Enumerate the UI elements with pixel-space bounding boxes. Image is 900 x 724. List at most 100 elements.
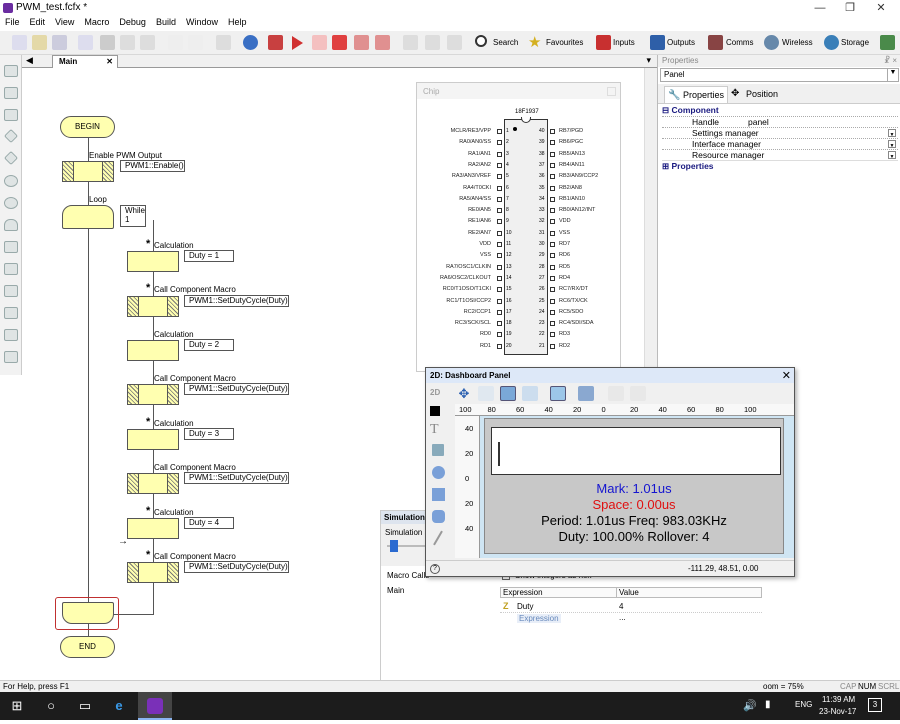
palette-component-macro-icon[interactable] [4, 285, 18, 297]
component-section[interactable]: ⊟ Component [662, 105, 898, 116]
search-icon[interactable]: ○ [34, 692, 68, 720]
cut-icon[interactable] [100, 35, 115, 50]
search-icon[interactable] [475, 35, 487, 47]
comms-icon[interactable] [708, 35, 723, 50]
chip-pin[interactable] [550, 242, 555, 247]
chip-pin[interactable] [550, 275, 555, 281]
speed-slider[interactable] [390, 540, 398, 552]
camera-icon[interactable] [550, 386, 566, 401]
image-tool-icon[interactable] [432, 444, 444, 456]
interface-manager-row[interactable]: Interface manager ▼ [662, 138, 898, 149]
comms-label[interactable]: Comms [726, 38, 754, 47]
chip-pin[interactable] [497, 275, 502, 281]
chip-pin[interactable] [550, 321, 555, 327]
maximize-button[interactable]: ❐ [835, 0, 865, 16]
wireless-label[interactable]: Wireless [782, 38, 813, 47]
chip-pin[interactable] [497, 140, 502, 146]
chip-pin[interactable] [497, 253, 502, 259]
chip-pin[interactable] [550, 343, 555, 349]
step-into-icon[interactable] [354, 35, 369, 50]
palette-calculation-icon[interactable] [4, 241, 18, 253]
tab-properties[interactable]: 🔧 Properties [664, 86, 729, 103]
menu-debug[interactable]: Debug [114, 16, 151, 28]
tab-close-icon[interactable]: ✕ [106, 56, 113, 68]
inputs-icon[interactable] [596, 35, 611, 50]
rotate-icon[interactable] [522, 386, 538, 401]
chip-pin[interactable] [497, 298, 502, 304]
chip-pin[interactable] [550, 309, 555, 315]
wrench-icon[interactable] [608, 386, 624, 401]
loop-end-block[interactable] [62, 602, 114, 624]
step-over-icon[interactable] [375, 35, 390, 50]
chip-pin[interactable] [550, 332, 555, 338]
tab-position[interactable]: ✥ Position [728, 86, 781, 103]
storage-icon[interactable] [824, 35, 839, 50]
chip-pin[interactable] [497, 264, 502, 270]
watch-row-expression[interactable]: Expression ... [500, 613, 762, 625]
setduty-block-1[interactable] [127, 296, 179, 317]
notifications-icon[interactable]: 3 [868, 698, 882, 712]
inputs-label[interactable]: Inputs [613, 38, 635, 47]
undo-icon[interactable] [168, 35, 183, 50]
minimize-button[interactable]: — [805, 0, 835, 16]
chip-pin[interactable] [497, 162, 502, 168]
palette-connection-icon[interactable] [4, 175, 18, 187]
windows-start-icon[interactable]: ⊞ [0, 692, 34, 720]
storage-label[interactable]: Storage [841, 38, 869, 47]
stop-icon[interactable] [332, 35, 347, 50]
prop-handle-row[interactable]: Handle panel [662, 116, 898, 127]
chip-pin[interactable] [497, 185, 502, 191]
volume-icon[interactable]: 🔊 [743, 699, 757, 712]
rounded-rect-tool-icon[interactable] [432, 510, 445, 523]
network-icon[interactable]: ▮ [765, 699, 771, 710]
move-icon[interactable]: ✥ [456, 386, 472, 401]
chip-pin[interactable] [497, 208, 502, 214]
pause-icon[interactable] [312, 35, 327, 50]
help-icon[interactable] [243, 35, 258, 50]
palette-input-icon[interactable] [4, 65, 18, 77]
chip-pin[interactable] [550, 298, 555, 304]
macro-calls-main[interactable]: Main [387, 586, 404, 595]
chip-close-icon[interactable] [607, 87, 616, 96]
chip-pin[interactable] [497, 332, 502, 338]
palette-goto-icon[interactable] [4, 197, 18, 209]
chip-pin[interactable] [497, 196, 502, 202]
palette-c-code-icon[interactable] [4, 307, 18, 319]
paste-icon[interactable] [140, 35, 155, 50]
menu-view[interactable]: View [50, 16, 79, 28]
palette-macro-icon[interactable] [4, 263, 18, 275]
chip-pin[interactable] [550, 151, 555, 157]
calc-block-4[interactable] [127, 518, 179, 539]
palette-decision-icon[interactable] [3, 128, 19, 144]
end-terminal[interactable]: END [60, 636, 115, 658]
dashboard-close-icon[interactable]: ✕ [782, 369, 791, 382]
wireless-icon[interactable] [764, 35, 779, 50]
setduty-block-3[interactable] [127, 473, 179, 494]
calc-block-1[interactable] [127, 251, 179, 272]
copy-icon[interactable] [120, 35, 135, 50]
palette-delay-icon[interactable] [4, 109, 18, 121]
search-label[interactable]: Search [493, 38, 518, 47]
palette-switch-icon[interactable] [3, 150, 19, 166]
chip-pin[interactable] [550, 196, 555, 202]
palette-loop-icon[interactable] [4, 219, 18, 231]
tab-scroll-left-icon[interactable]: ◀ [26, 55, 33, 66]
chip-pin[interactable] [550, 253, 555, 259]
circle-tool-icon[interactable] [432, 466, 445, 479]
cube-icon[interactable] [578, 386, 594, 401]
chip-pin[interactable] [550, 174, 555, 180]
redo-icon[interactable] [188, 35, 203, 50]
setduty-block-2[interactable] [127, 384, 179, 405]
chevron-down-icon[interactable]: ▼ [887, 68, 899, 82]
menu-window[interactable]: Window [181, 16, 223, 28]
chip-pin[interactable] [550, 140, 555, 146]
rectangle-tool-icon[interactable] [432, 488, 445, 501]
line-tool-icon[interactable] [433, 530, 443, 546]
enable-macro-block[interactable] [62, 161, 114, 182]
favourites-label[interactable]: Favourites [546, 38, 583, 47]
palette-comment-icon[interactable] [4, 329, 18, 341]
chip-pin[interactable] [497, 321, 502, 327]
chip-pin[interactable] [497, 129, 502, 134]
close-button[interactable]: ✕ [866, 0, 896, 16]
chip-pin[interactable] [550, 162, 555, 168]
